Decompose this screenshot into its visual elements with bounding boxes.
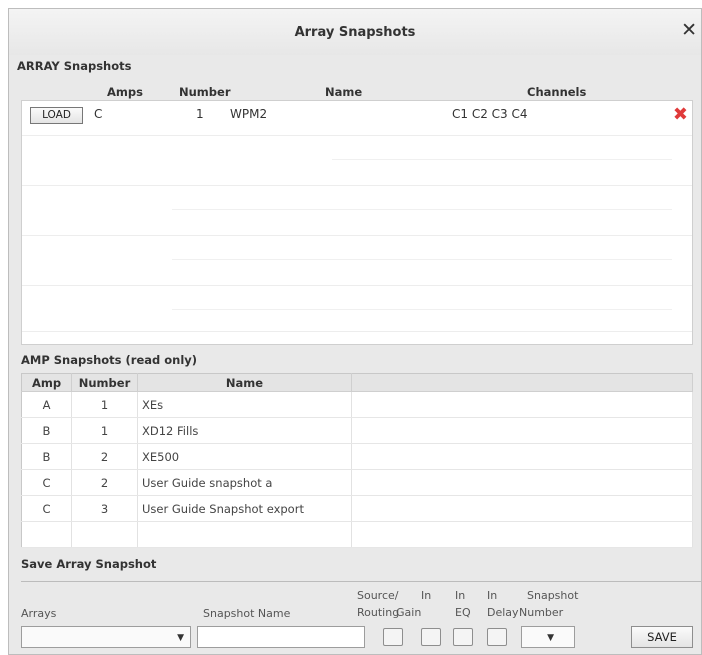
close-icon[interactable]: ✕ <box>681 19 697 41</box>
save-section-title: Save Array Snapshot <box>21 557 157 571</box>
cell-name: XD12 Fills <box>137 417 352 444</box>
in-gain-label-bottom: Gain <box>396 606 422 619</box>
table-row[interactable]: C 3 User Guide Snapshot export <box>21 495 693 522</box>
load-button[interactable]: LOAD <box>30 107 83 124</box>
array-snapshots-dialog: Array Snapshots ✕ ARRAY Snapshots Amps N… <box>8 8 702 655</box>
array-snapshot-list: LOAD C 1 WPM2 C1 C2 C3 C4 ✖ <box>21 100 693 345</box>
table-row <box>21 521 693 548</box>
snapshot-number-label-bottom: Number <box>519 606 564 619</box>
amp-snapshot-table: Amp Number Name A 1 XEs B 1 XD12 Fills B… <box>21 373 693 548</box>
col-name: Name <box>137 373 352 392</box>
cell-amp: B <box>21 417 72 444</box>
col-name: Name <box>325 85 363 99</box>
row-divider <box>22 135 692 136</box>
cell-empty <box>351 521 693 548</box>
cell-empty <box>351 469 693 496</box>
row-divider <box>22 285 692 286</box>
cell-amp: C <box>21 469 72 496</box>
in-eq-label-bottom: EQ <box>455 606 471 619</box>
snapshot-name-input[interactable] <box>197 626 365 648</box>
cell-name: User Guide Snapshot export <box>137 495 352 522</box>
cell-empty <box>351 417 693 444</box>
source-routing-checkbox[interactable] <box>383 628 403 646</box>
cell-amp: B <box>21 443 72 470</box>
row-divider <box>22 235 692 236</box>
col-amp: Amp <box>21 373 72 392</box>
cell-empty <box>71 521 138 548</box>
table-row[interactable]: B 2 XE500 <box>21 443 693 470</box>
in-gain-checkbox[interactable] <box>421 628 441 646</box>
in-delay-checkbox[interactable] <box>487 628 507 646</box>
in-delay-label-bottom: Delay <box>487 606 519 619</box>
arrays-dropdown[interactable]: ▼ <box>21 626 191 648</box>
in-eq-checkbox[interactable] <box>453 628 473 646</box>
save-button[interactable]: SAVE <box>631 626 693 648</box>
row-name: WPM2 <box>230 107 268 121</box>
cell-name: XEs <box>137 391 352 418</box>
row-number: 1 <box>196 107 204 121</box>
row-divider <box>172 309 672 310</box>
row-amps: C <box>94 107 103 121</box>
cell-empty <box>351 391 693 418</box>
snapshot-name-label: Snapshot Name <box>203 607 291 620</box>
row-divider <box>332 159 672 160</box>
in-delay-label-top: In <box>487 589 498 602</box>
cell-empty <box>351 495 693 522</box>
cell-number: 1 <box>71 417 138 444</box>
col-number: Number <box>71 373 138 392</box>
source-routing-label-top: Source/ <box>357 589 399 602</box>
snapshot-number-label-top: Snapshot <box>527 589 579 602</box>
cell-empty <box>21 521 72 548</box>
table-row[interactable]: B 1 XD12 Fills <box>21 417 693 444</box>
chevron-down-icon: ▼ <box>547 633 554 643</box>
delete-x-icon[interactable]: ✖ <box>673 104 688 125</box>
in-gain-label-top: In <box>421 589 432 602</box>
cell-amp: A <box>21 391 72 418</box>
snapshot-number-dropdown[interactable]: ▼ <box>521 626 575 648</box>
col-amps: Amps <box>107 85 143 99</box>
table-row[interactable]: C 2 User Guide snapshot a <box>21 469 693 496</box>
table-row[interactable]: A 1 XEs <box>21 391 693 418</box>
row-divider <box>172 209 672 210</box>
source-routing-label-bottom: Routing <box>357 606 400 619</box>
cell-empty <box>137 521 352 548</box>
title-bar: Array Snapshots ✕ <box>9 9 701 55</box>
cell-name: User Guide snapshot a <box>137 469 352 496</box>
cell-number: 3 <box>71 495 138 522</box>
array-section-title: ARRAY Snapshots <box>17 59 132 73</box>
arrays-label: Arrays <box>21 607 57 620</box>
cell-empty <box>351 443 693 470</box>
row-divider <box>22 185 692 186</box>
in-eq-label-top: In <box>455 589 466 602</box>
col-empty <box>351 373 693 392</box>
cell-name: XE500 <box>137 443 352 470</box>
row-channels: C1 C2 C3 C4 <box>452 107 528 121</box>
col-number: Number <box>179 85 231 99</box>
chevron-down-icon: ▼ <box>177 633 184 643</box>
col-channels: Channels <box>527 85 587 99</box>
array-row[interactable]: LOAD C 1 WPM2 C1 C2 C3 C4 ✖ <box>22 101 692 127</box>
amp-table-header: Amp Number Name <box>21 373 693 392</box>
divider <box>21 581 701 582</box>
amp-section-title: AMP Snapshots (read only) <box>21 353 198 367</box>
row-divider <box>172 259 672 260</box>
dialog-title: Array Snapshots <box>294 25 416 40</box>
cell-number: 1 <box>71 391 138 418</box>
array-table-header: Amps Number Name Channels <box>21 83 695 99</box>
cell-number: 2 <box>71 469 138 496</box>
cell-number: 2 <box>71 443 138 470</box>
row-divider <box>22 331 692 332</box>
cell-amp: C <box>21 495 72 522</box>
